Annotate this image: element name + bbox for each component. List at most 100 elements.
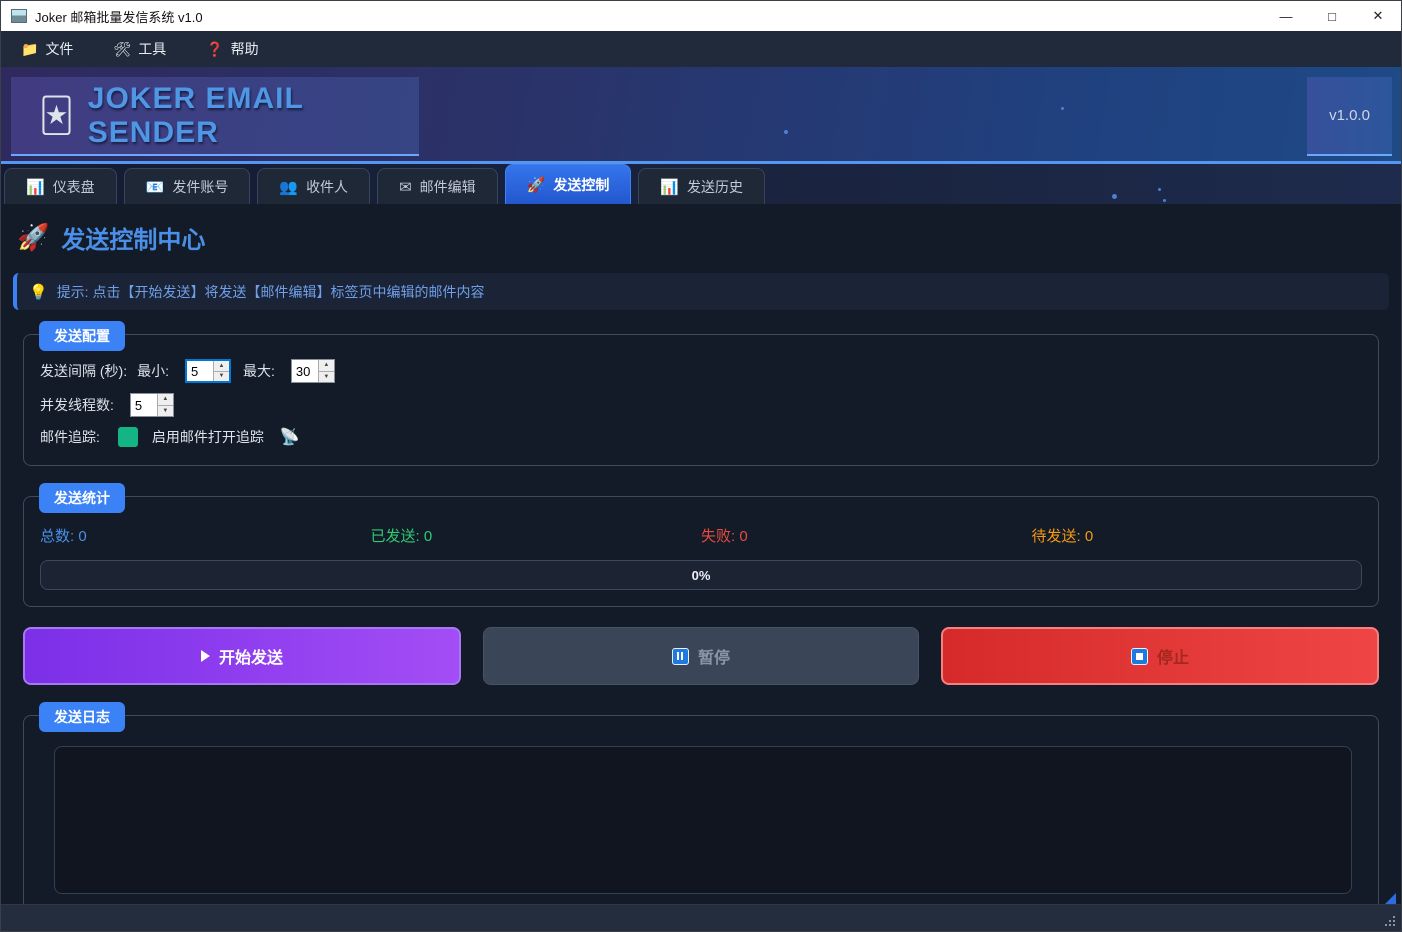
resize-corner-icon[interactable] bbox=[1385, 893, 1396, 904]
tab-sender-accounts[interactable]: 📧 发件账号 bbox=[124, 168, 251, 204]
decorative-dot bbox=[1158, 188, 1161, 191]
send-stats-chip: 发送统计 bbox=[39, 483, 125, 513]
tab-send-history[interactable]: 📊 发送历史 bbox=[638, 168, 765, 204]
max-label: 最大: bbox=[243, 361, 275, 381]
spin-down-icon[interactable]: ▼ bbox=[214, 372, 229, 382]
tab-send-control[interactable]: 🚀 发送控制 bbox=[505, 164, 632, 204]
app-window: Joker 邮箱批量发信系统 v1.0 — □ ✕ 📁 文件 🛠 工具 ❓ 帮助… bbox=[0, 0, 1402, 932]
version-text: v1.0.0 bbox=[1329, 107, 1370, 124]
decorative-dot bbox=[1061, 107, 1064, 110]
pause-icon bbox=[672, 648, 689, 665]
tab-email-editor[interactable]: ✉ 邮件编辑 bbox=[377, 168, 498, 204]
tracking-row: 邮件追踪: 启用邮件打开追踪 📡 bbox=[40, 427, 1362, 447]
start-send-button[interactable]: 开始发送 bbox=[23, 627, 461, 685]
tab-recipients-label: 收件人 bbox=[306, 177, 348, 197]
tab-sender-accounts-label: 发件账号 bbox=[172, 177, 228, 197]
spinner-arrows: ▲ ▼ bbox=[213, 361, 229, 381]
menu-file-label: 文件 bbox=[45, 39, 73, 59]
stat-sent: 已发送: 0 bbox=[371, 525, 702, 546]
window-title: Joker 邮箱批量发信系统 v1.0 bbox=[35, 7, 203, 26]
page-title: 🚀 发送控制中心 bbox=[17, 220, 1389, 255]
send-stats-section: 发送统计 总数: 0 已发送: 0 失败: 0 待发送: 0 bbox=[23, 496, 1379, 607]
rocket-icon: 🚀 bbox=[527, 176, 546, 194]
app-icon bbox=[11, 9, 27, 23]
action-buttons: 开始发送 暂停 停止 bbox=[23, 627, 1379, 685]
people-icon: 👥 bbox=[279, 178, 298, 196]
stop-label: 停止 bbox=[1157, 644, 1189, 668]
play-icon bbox=[201, 650, 210, 662]
spin-down-icon[interactable]: ▼ bbox=[158, 406, 173, 417]
resize-grip-icon[interactable] bbox=[1393, 924, 1395, 926]
stat-failed: 失败: 0 bbox=[701, 525, 1032, 546]
threads-row: 并发线程数: ▲ ▼ bbox=[40, 393, 1362, 417]
interval-label: 发送间隔 (秒): bbox=[40, 361, 127, 381]
min-label: 最小: bbox=[137, 361, 169, 381]
stat-total-value: 0 bbox=[78, 528, 86, 545]
satellite-antenna-icon: 📡 bbox=[280, 427, 300, 447]
mailbox-icon: 📧 bbox=[146, 178, 165, 196]
joker-card-icon: 🃏 bbox=[39, 96, 74, 136]
status-bar bbox=[1, 904, 1401, 931]
stat-pending: 待发送: 0 bbox=[1032, 525, 1363, 546]
threads-spinner: ▲ ▼ bbox=[130, 393, 174, 417]
start-send-label: 开始发送 bbox=[219, 644, 283, 668]
min-interval-spinner: ▲ ▼ bbox=[185, 359, 231, 383]
stat-sent-value: 0 bbox=[424, 528, 432, 545]
help-icon: ❓ bbox=[206, 41, 223, 58]
stat-failed-label: 失败: bbox=[701, 528, 735, 545]
send-log-viewer[interactable] bbox=[54, 746, 1352, 894]
menu-file[interactable]: 📁 文件 bbox=[15, 35, 79, 63]
tip-text: 提示: 点击【开始发送】将发送【邮件编辑】标签页中编辑的邮件内容 bbox=[57, 282, 485, 302]
send-config-section: 发送配置 发送间隔 (秒): 最小: ▲ ▼ 最大: ▲ ▼ bbox=[23, 334, 1379, 466]
close-button[interactable]: ✕ bbox=[1355, 1, 1401, 31]
send-config-chip: 发送配置 bbox=[39, 321, 125, 351]
lightbulb-icon: 💡 bbox=[29, 283, 48, 301]
spin-up-icon[interactable]: ▲ bbox=[214, 361, 229, 372]
spin-up-icon[interactable]: ▲ bbox=[319, 360, 334, 372]
menu-tools[interactable]: 🛠 工具 bbox=[107, 35, 172, 63]
stop-icon bbox=[1131, 648, 1148, 665]
window-controls: — □ ✕ bbox=[1263, 1, 1401, 31]
tab-dashboard[interactable]: 📊 仪表盘 bbox=[4, 168, 117, 204]
pause-button[interactable]: 暂停 bbox=[483, 627, 919, 685]
max-interval-spinner: ▲ ▼ bbox=[291, 359, 335, 383]
menu-bar: 📁 文件 🛠 工具 ❓ 帮助 bbox=[1, 31, 1401, 67]
threads-input[interactable] bbox=[131, 394, 157, 416]
stat-total-label: 总数: bbox=[40, 528, 74, 545]
menu-help-label: 帮助 bbox=[231, 39, 259, 59]
spin-down-icon[interactable]: ▼ bbox=[319, 372, 334, 383]
spinner-arrows: ▲ ▼ bbox=[318, 360, 334, 382]
min-interval-input[interactable] bbox=[187, 361, 213, 381]
tab-recipients[interactable]: 👥 收件人 bbox=[257, 168, 370, 204]
max-interval-input[interactable] bbox=[292, 360, 318, 382]
envelope-icon: ✉ bbox=[399, 178, 412, 196]
logo-box: 🃏 JOKER EMAIL SENDER bbox=[11, 77, 419, 156]
decorative-dot bbox=[1112, 194, 1117, 199]
bar-chart-icon: 📊 bbox=[660, 178, 679, 196]
tab-bar: 📊 仪表盘 📧 发件账号 👥 收件人 ✉ 邮件编辑 🚀 发送控制 📊 发送历史 bbox=[1, 164, 1401, 204]
version-badge: v1.0.0 bbox=[1307, 77, 1392, 156]
main-content: 🚀 发送控制中心 💡 提示: 点击【开始发送】将发送【邮件编辑】标签页中编辑的邮… bbox=[1, 204, 1401, 904]
minimize-button[interactable]: — bbox=[1263, 1, 1309, 31]
stat-failed-value: 0 bbox=[739, 528, 747, 545]
stop-button[interactable]: 停止 bbox=[941, 627, 1379, 685]
menu-help[interactable]: ❓ 帮助 bbox=[200, 35, 264, 63]
threads-label: 并发线程数: bbox=[40, 395, 114, 415]
progress-bar: 0% bbox=[40, 560, 1362, 590]
spinner-arrows: ▲ ▼ bbox=[157, 394, 173, 416]
tab-dashboard-label: 仪表盘 bbox=[53, 177, 95, 197]
tip-banner: 💡 提示: 点击【开始发送】将发送【邮件编辑】标签页中编辑的邮件内容 bbox=[13, 273, 1389, 310]
app-banner-title: JOKER EMAIL SENDER bbox=[88, 82, 419, 150]
progress-percent: 0% bbox=[692, 568, 711, 583]
tab-send-control-label: 发送控制 bbox=[553, 175, 609, 195]
tracking-checkbox[interactable] bbox=[118, 427, 138, 447]
stat-pending-label: 待发送: bbox=[1032, 528, 1081, 545]
stat-sent-label: 已发送: bbox=[371, 528, 420, 545]
title-bar-left: Joker 邮箱批量发信系统 v1.0 bbox=[1, 7, 203, 26]
maximize-button[interactable]: □ bbox=[1309, 1, 1355, 31]
stats-row: 总数: 0 已发送: 0 失败: 0 待发送: 0 bbox=[40, 525, 1362, 546]
decorative-dot bbox=[784, 130, 788, 134]
spin-up-icon[interactable]: ▲ bbox=[158, 394, 173, 406]
stat-pending-value: 0 bbox=[1085, 528, 1093, 545]
stat-total: 总数: 0 bbox=[40, 525, 371, 546]
